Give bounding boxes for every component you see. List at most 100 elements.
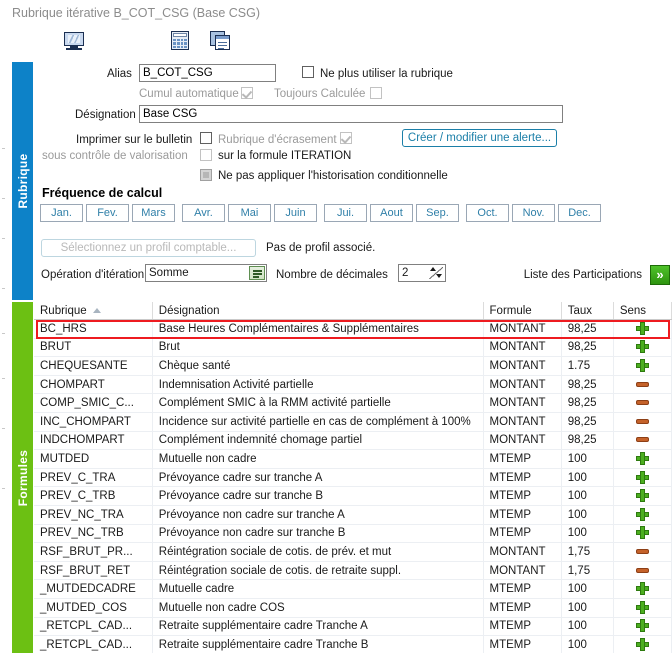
table-row[interactable]: CHOMPART Indemnisation Activité partielle…: [34, 375, 672, 395]
table-row[interactable]: INC_CHOMPART Incidence sur activité parti…: [34, 412, 672, 432]
month-group-q4: Oct. Nov. Dec.: [466, 204, 601, 222]
sens-minus-icon: [635, 433, 649, 446]
table-row[interactable]: COMP_SMIC_C... Complément SMIC à la RMM a…: [34, 393, 672, 413]
month-button-jan[interactable]: Jan.: [40, 204, 83, 222]
column-header-taux[interactable]: Taux: [561, 302, 614, 320]
column-header-sens[interactable]: Sens: [613, 302, 672, 320]
spin-up-arrow-icon[interactable]: [430, 267, 436, 271]
table-row[interactable]: PREV_NC_TRB Prévoyance non cadre sur tran…: [34, 524, 672, 544]
calculator-display: [173, 33, 187, 37]
window-title: Rubrique itérative B_COT_CSG (Base CSG): [12, 6, 261, 20]
formules-table-container[interactable]: Rubrique Désignation Formule Taux Sens B…: [34, 302, 672, 653]
cell-formule: MTEMP: [483, 617, 562, 637]
month-button-mai[interactable]: Mai: [228, 204, 271, 222]
cell-sens: [613, 598, 672, 618]
table-row[interactable]: _RETCPL_CAD... Retraite supplémentaire ca…: [34, 617, 672, 637]
sidebar-tab-rubrique[interactable]: Rubrique: [12, 62, 33, 300]
left-edge-strip: [0, 58, 6, 653]
month-button-nov[interactable]: Nov.: [512, 204, 555, 222]
cell-rubrique: PREV_C_TRA: [34, 468, 153, 488]
cell-designation: Prévoyance cadre sur tranche B: [152, 486, 484, 506]
sens-plus-icon: [635, 600, 649, 614]
cell-formule: MONTANT: [483, 338, 562, 358]
table-row[interactable]: RSF_BRUT_RET Réintégration sociale de cot…: [34, 561, 672, 581]
column-header-formule[interactable]: Formule: [483, 302, 562, 320]
month-group-q3: Jui. Aout Sep.: [324, 204, 459, 222]
table-row[interactable]: _MUTDED_COS Mutuelle non cadre COS MTEMP 10…: [34, 598, 672, 618]
nombre-decimales-value: 2: [402, 267, 409, 279]
historisation-checkbox[interactable]: [200, 169, 212, 181]
cell-sens: [613, 617, 672, 637]
cell-taux: 98,25: [561, 319, 614, 339]
table-row[interactable]: PREV_C_TRB Prévoyance cadre sur tranche B…: [34, 486, 672, 506]
cell-designation: Base Heures Complémentaires & Supplément…: [152, 319, 484, 339]
cell-taux: 1,75: [561, 561, 614, 581]
calculator-icon[interactable]: [170, 31, 190, 50]
month-button-aout[interactable]: Aout: [370, 204, 413, 222]
cell-rubrique: PREV_NC_TRB: [34, 524, 153, 544]
window-copy-icon[interactable]: [210, 31, 230, 50]
cell-rubrique: PREV_C_TRB: [34, 486, 153, 506]
sens-minus-icon: [635, 378, 649, 391]
table-row[interactable]: MUTDED Mutuelle non cadre MTEMP 100: [34, 449, 672, 469]
nombre-decimales-stepper[interactable]: 2: [398, 264, 446, 282]
column-header-designation[interactable]: Désignation: [152, 302, 484, 320]
cell-taux: 100: [561, 486, 614, 506]
designation-input[interactable]: Base CSG: [139, 105, 563, 123]
cell-sens: [613, 505, 672, 525]
month-button-avr[interactable]: Avr.: [182, 204, 225, 222]
monitor-icon[interactable]: [64, 32, 84, 50]
month-button-sep[interactable]: Sep.: [416, 204, 459, 222]
rubrique-ecrasement-checkbox[interactable]: [200, 132, 212, 144]
table-row[interactable]: PREV_C_TRA Prévoyance cadre sur tranche A…: [34, 468, 672, 488]
calculator-keys: [173, 39, 187, 48]
operation-iteration-dropdown-icon[interactable]: [249, 266, 265, 280]
designation-label: Désignation: [75, 109, 136, 121]
month-button-mars[interactable]: Mars: [132, 204, 175, 222]
cumul-automatique-checkbox[interactable]: [241, 87, 253, 99]
cell-taux: 100: [561, 505, 614, 525]
cell-designation: Réintégration sociale de cotis. de retra…: [152, 561, 484, 581]
sous-controle-valorisation-label: sous contrôle de valorisation: [42, 150, 188, 162]
cell-designation: Mutuelle cadre: [152, 579, 484, 599]
formule-iteration-checkbox[interactable]: [200, 149, 212, 161]
cell-formule: MTEMP: [483, 468, 562, 488]
table-row[interactable]: _RETCPL_CAD... Retraite supplémentaire ca…: [34, 635, 672, 653]
rubrique-ecrasement-state-checkbox[interactable]: [340, 132, 352, 144]
cell-sens: [613, 338, 672, 358]
cell-taux: 98,25: [561, 431, 614, 451]
sens-plus-icon: [635, 358, 649, 372]
table-row[interactable]: RSF_BRUT_PR... Réintégration sociale de c…: [34, 542, 672, 562]
month-button-dec[interactable]: Dec.: [558, 204, 601, 222]
ne-plus-utiliser-checkbox[interactable]: [302, 66, 314, 78]
month-button-fev[interactable]: Fev.: [86, 204, 129, 222]
sidebar-tab-formules[interactable]: Formules: [12, 302, 33, 653]
monitor-screen: [64, 32, 84, 46]
cell-rubrique: PREV_NC_TRA: [34, 505, 153, 525]
column-header-rubrique[interactable]: Rubrique: [34, 302, 153, 320]
toujours-calculee-checkbox[interactable]: [370, 87, 382, 99]
table-row[interactable]: PREV_NC_TRA Prévoyance non cadre sur tran…: [34, 505, 672, 525]
cell-sens: [613, 579, 672, 599]
month-button-jui[interactable]: Jui.: [324, 204, 367, 222]
sort-ascending-icon[interactable]: [92, 307, 101, 313]
liste-participations-button[interactable]: »: [650, 265, 670, 285]
table-row[interactable]: CHEQUESANTE Chèque santé MONTANT 1.75: [34, 356, 672, 376]
table-row[interactable]: _MUTDEDCADRE Mutuelle cadre MTEMP 100: [34, 579, 672, 599]
month-button-oct[interactable]: Oct.: [466, 204, 509, 222]
cell-rubrique: BC_HRS: [34, 319, 153, 339]
nombre-decimales-spin-icon[interactable]: [428, 266, 444, 280]
cell-taux: 100: [561, 468, 614, 488]
selectionner-profil-comptable-button[interactable]: Sélectionnez un profil comptable...: [41, 239, 256, 257]
cell-designation: Prévoyance cadre sur tranche A: [152, 468, 484, 488]
spin-down-arrow-icon[interactable]: [436, 274, 442, 278]
cell-formule: MONTANT: [483, 431, 562, 451]
operation-iteration-select[interactable]: Somme: [145, 264, 267, 282]
cell-rubrique: BRUT: [34, 338, 153, 358]
table-row[interactable]: BRUT Brut MONTANT 98,25: [34, 338, 672, 358]
month-button-juin[interactable]: Juin: [274, 204, 317, 222]
table-row[interactable]: BC_HRS Base Heures Complémentaires & Supp…: [34, 319, 672, 339]
table-row[interactable]: INDCHOMPART Complément indemnité chomage …: [34, 431, 672, 451]
alias-input[interactable]: B_COT_CSG: [139, 64, 276, 82]
creer-modifier-alerte-button[interactable]: Créer / modifier une alerte...: [402, 129, 557, 147]
